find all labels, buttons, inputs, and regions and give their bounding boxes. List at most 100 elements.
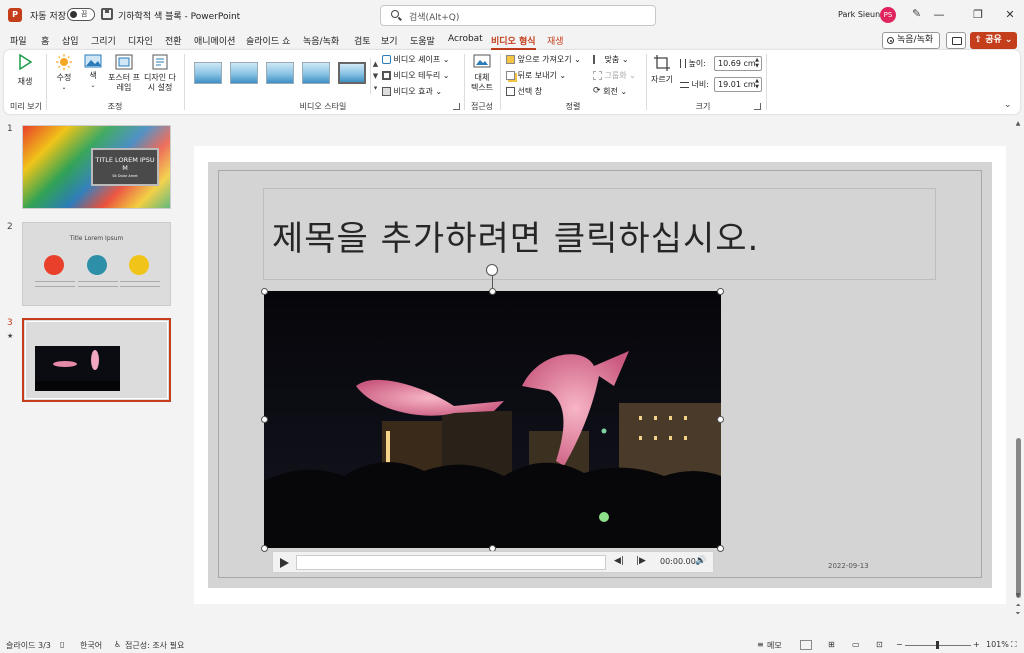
zoom-level[interactable]: 101% [986, 640, 1009, 649]
accessibility-status[interactable]: 접근성: 조사 필요 [125, 640, 184, 651]
resize-handle[interactable] [489, 288, 496, 295]
tab-animations[interactable]: 애니메이션 [194, 34, 235, 47]
designer-pen-icon[interactable]: ✎ [912, 8, 924, 20]
slide-sorter-icon[interactable]: ⊞ [828, 640, 835, 649]
bring-forward-button[interactable]: 앞으로 가져오기 ⌄ [506, 54, 581, 65]
slide-thumbnail-2[interactable]: Title Lorem Ipsum [22, 222, 171, 306]
tab-insert[interactable]: 삽입 [62, 34, 79, 47]
color-button[interactable]: 색 ⌄ [82, 54, 104, 91]
text-lines [35, 281, 75, 287]
rotate-label: 회전 [603, 87, 618, 96]
close-button[interactable]: ✕ [1000, 6, 1020, 24]
zoom-slider-thumb[interactable] [936, 641, 939, 649]
slide-thumbnail-3[interactable] [22, 318, 171, 402]
dialog-launcher-icon[interactable] [453, 103, 460, 110]
tab-playback[interactable]: 재생 [547, 34, 564, 47]
height-field[interactable]: 10.69 cm ▲ ▼ [714, 56, 762, 71]
tab-transitions[interactable]: 전환 [165, 34, 182, 47]
title-placeholder-text: 제목을 추가하려면 클릭하십시오. [272, 219, 760, 259]
scroll-down-icon[interactable]: ▼ [1014, 592, 1022, 599]
minimize-button[interactable]: — [929, 6, 949, 24]
alt-text-button[interactable]: 대체 텍스트 [468, 54, 496, 93]
crop-button[interactable]: 자르기 [650, 54, 674, 85]
video-style-thumb[interactable] [194, 62, 222, 84]
group-button[interactable]: 그룹화 ⌄ [593, 70, 636, 81]
seek-bar[interactable] [296, 555, 606, 570]
rotate-handle[interactable] [486, 264, 498, 276]
share-button[interactable]: ⇪ 공유 ⌄ [970, 32, 1017, 49]
play-preview-button[interactable]: 재생 [12, 53, 38, 87]
volume-icon[interactable]: 🔊 [695, 556, 706, 566]
skip-back-icon[interactable]: ◀| [614, 556, 624, 566]
autosave-toggle[interactable]: 끔 [67, 8, 95, 21]
resize-handle[interactable] [717, 288, 724, 295]
notes-button[interactable]: 메모 [767, 640, 782, 651]
poster-frame-button[interactable]: 포스터 프 레임 [106, 54, 142, 93]
thumb-title: Title Lorem Ipsum [69, 235, 124, 242]
video-effects-button[interactable]: 비디오 효과 ⌄ [382, 86, 442, 97]
width-spinner[interactable]: ▲ ▼ [755, 78, 759, 90]
video-style-thumb[interactable] [302, 62, 330, 84]
spellcheck-icon[interactable]: ▯ [60, 640, 64, 649]
tab-design[interactable]: 디자인 [128, 34, 153, 47]
scroll-thumb[interactable] [1016, 438, 1021, 598]
video-shape-button[interactable]: 비디오 셰이프 ⌄ [382, 54, 450, 65]
resize-handle[interactable] [261, 288, 268, 295]
height-spinner[interactable]: ▲ ▼ [755, 57, 759, 69]
send-backward-button[interactable]: 뒤로 보내기 ⌄ [506, 70, 566, 81]
video-style-thumb[interactable] [266, 62, 294, 84]
tab-acrobat[interactable]: Acrobat [448, 34, 483, 44]
slide-thumbnail-1[interactable]: TITLE LOREM IPSU M Sit Dolor Amet [22, 125, 171, 209]
more-icon[interactable]: ▾ [371, 82, 380, 94]
reading-view-icon[interactable]: ▭ [852, 640, 860, 649]
chevron-down-icon[interactable]: ▼ [371, 70, 380, 82]
width-field[interactable]: 19.01 cm ▲ ▼ [714, 77, 762, 92]
tab-recording[interactable]: 녹음/녹화 [303, 34, 339, 47]
tab-slideshow[interactable]: 슬라이드 쇼 [246, 34, 290, 47]
selection-pane-button[interactable]: 선택 창 [506, 86, 542, 97]
tab-home[interactable]: 홈 [41, 34, 49, 47]
zoom-in-icon[interactable]: + [973, 640, 980, 649]
resize-handle[interactable] [261, 545, 268, 552]
next-slide-icon[interactable]: ⏷ [1014, 610, 1022, 618]
resize-handle[interactable] [717, 416, 724, 423]
comments-button[interactable] [946, 32, 966, 49]
reset-design-button[interactable]: 디자인 다 시 설정 [142, 54, 178, 93]
search-input[interactable]: 검색(Alt+Q) [380, 5, 656, 26]
scroll-up-icon[interactable]: ▲ [1014, 120, 1022, 127]
fit-to-window-icon[interactable]: ⛶ [1011, 640, 1017, 650]
record-button[interactable]: 녹음/녹화 [882, 32, 940, 49]
title-placeholder[interactable]: 제목을 추가하려면 클릭하십시오. [263, 188, 936, 280]
avatar[interactable]: PS [880, 7, 896, 23]
slideshow-view-icon[interactable]: ⊡ [876, 640, 883, 649]
video-style-thumb[interactable] [230, 62, 258, 84]
tab-draw[interactable]: 그리기 [91, 34, 116, 47]
vertical-scrollbar[interactable]: ▲ ▼ ⏶ ⏷ [1014, 120, 1022, 620]
corrections-button[interactable]: 수정 ⌄ [52, 54, 76, 93]
restore-button[interactable]: ❐ [968, 6, 988, 24]
user-name[interactable]: Park Sieun [838, 10, 880, 19]
resize-handle[interactable] [261, 416, 268, 423]
tab-view[interactable]: 보기 [381, 34, 398, 47]
collapse-ribbon-icon[interactable]: ⌄ [1004, 100, 1012, 110]
tab-review[interactable]: 검토 [354, 34, 371, 47]
chevron-up-icon[interactable]: ▲ [371, 58, 380, 70]
rotate-button[interactable]: ⟳ 회전 ⌄ [593, 86, 627, 97]
tab-help[interactable]: 도움말 [410, 34, 435, 47]
video-object[interactable] [264, 291, 721, 548]
language-indicator[interactable]: 한국어 [80, 640, 102, 651]
video-style-thumb[interactable] [338, 62, 366, 84]
normal-view-icon[interactable] [800, 640, 812, 650]
resize-handle[interactable] [717, 545, 724, 552]
zoom-out-icon[interactable]: − [896, 640, 903, 649]
align-button[interactable]: 맞춤 ⌄ [593, 54, 629, 65]
video-border-button[interactable]: 비디오 테두리 ⌄ [382, 70, 450, 81]
skip-forward-icon[interactable]: |▶ [636, 556, 646, 566]
dialog-launcher-icon[interactable] [754, 103, 761, 110]
autosave-state: 끔 [81, 10, 88, 18]
save-icon[interactable] [101, 8, 113, 20]
tab-video-format[interactable]: 비디오 형식 [491, 34, 536, 50]
previous-slide-icon[interactable]: ⏶ [1014, 602, 1022, 610]
tab-file[interactable]: 파일 [10, 34, 27, 47]
play-icon[interactable] [280, 558, 289, 568]
